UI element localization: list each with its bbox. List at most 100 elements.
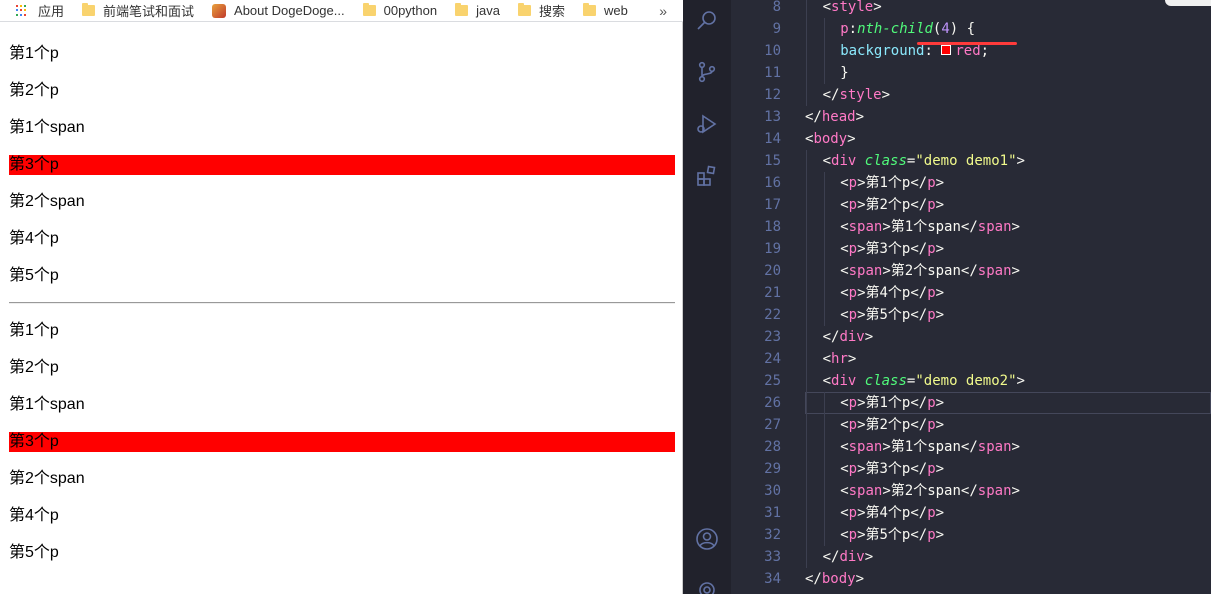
code-token: span bbox=[848, 263, 883, 279]
code-token: span bbox=[977, 483, 1012, 499]
demo2-block: 第1个p 第2个p 第1个span 第3个p 第2个span 第4个p 第5个p bbox=[9, 312, 675, 571]
code-line: 8 <style> bbox=[731, 0, 1211, 18]
indent-guide bbox=[806, 502, 807, 524]
indent-guide bbox=[823, 436, 825, 458]
code-token: p bbox=[927, 175, 936, 191]
bookmark-dogedoge[interactable]: About DogeDoge... bbox=[212, 0, 345, 21]
code-line: 21 <p>第4个p</p> bbox=[731, 282, 1211, 304]
demo1-block: 第1个p 第2个p 第1个span 第3个p 第2个span 第4个p 第5个p bbox=[9, 35, 675, 294]
bookmark-java[interactable]: java bbox=[455, 0, 500, 21]
code-line: 28 <span>第1个span</span> bbox=[731, 436, 1211, 458]
folder-icon bbox=[517, 3, 531, 16]
line-number: 34 bbox=[764, 571, 781, 587]
code-token: p bbox=[927, 461, 936, 477]
line-number: 20 bbox=[764, 263, 781, 279]
indent-guide bbox=[806, 216, 807, 238]
settings-gear-icon[interactable] bbox=[695, 578, 719, 594]
line-number: 26 bbox=[764, 395, 781, 411]
code-text: </div> bbox=[823, 326, 874, 348]
indent-guide bbox=[823, 18, 825, 40]
color-swatch-icon[interactable] bbox=[941, 45, 952, 55]
code-line: 29 <p>第3个p</p> bbox=[731, 458, 1211, 480]
paragraph: 第1个span bbox=[9, 109, 675, 146]
code-token: >第2个span</ bbox=[882, 483, 978, 499]
indent-guide bbox=[823, 480, 825, 502]
code-line: 31 <p>第4个p</p> bbox=[731, 502, 1211, 524]
code-text: </div> bbox=[823, 546, 874, 568]
paragraph: 第1个span bbox=[9, 386, 675, 423]
code-token: p bbox=[848, 285, 858, 301]
folder-icon bbox=[582, 3, 596, 16]
paragraph: 第2个span bbox=[9, 460, 675, 497]
line-number: 31 bbox=[764, 505, 781, 521]
code-token: > bbox=[847, 351, 857, 367]
bookmark-apps[interactable]: 应用 bbox=[16, 0, 65, 21]
code-token: < bbox=[840, 241, 849, 257]
code-token: p bbox=[927, 395, 936, 411]
code-text: <style> bbox=[823, 0, 882, 18]
bookmark-label: 应用 bbox=[38, 4, 65, 19]
line-number: 12 bbox=[764, 87, 781, 103]
code-text: } bbox=[840, 62, 848, 84]
code-token: span bbox=[977, 219, 1012, 235]
code-token: > bbox=[1011, 439, 1020, 455]
code-token: p bbox=[927, 285, 936, 301]
code-token: </ bbox=[822, 329, 840, 345]
code-text: <p>第5个p</p> bbox=[840, 524, 944, 546]
bookmark-label: About DogeDoge... bbox=[234, 3, 345, 18]
code-token: p bbox=[848, 417, 858, 433]
code-token: 4 bbox=[941, 21, 950, 37]
line-number: 32 bbox=[764, 527, 781, 543]
code-text: <p>第2个p</p> bbox=[840, 194, 944, 216]
code-token: >第1个p</ bbox=[857, 175, 928, 191]
code-text: <p>第3个p</p> bbox=[840, 238, 944, 260]
code-token: p bbox=[840, 21, 849, 37]
bookmark-label: java bbox=[476, 3, 500, 18]
code-token: < bbox=[840, 197, 849, 213]
bookmark-frontend-interview[interactable]: 前端笔试和面试 bbox=[82, 0, 194, 21]
paragraph-text: 第2个span bbox=[9, 192, 85, 210]
indent-guide bbox=[806, 370, 807, 392]
indent-guide bbox=[806, 260, 807, 282]
indent-guide bbox=[806, 458, 807, 480]
code-token: > bbox=[935, 241, 945, 257]
folder-icon bbox=[362, 3, 376, 16]
source-control-icon[interactable] bbox=[695, 60, 719, 84]
code-token: > bbox=[1016, 153, 1025, 169]
bookmark-search[interactable]: 搜索 bbox=[517, 0, 565, 21]
code-editor-window: 8 <style> 9 p:nth-child(4) {10 background: r… bbox=[683, 0, 1211, 594]
code-token: : bbox=[848, 21, 858, 37]
code-token: p bbox=[848, 505, 858, 521]
extensions-icon[interactable] bbox=[695, 164, 719, 188]
editor-text-area[interactable]: 8 <style> 9 p:nth-child(4) {10 background: r… bbox=[731, 0, 1211, 594]
code-text: <span>第2个span</span> bbox=[840, 480, 1020, 502]
paragraph: 第5个p bbox=[9, 534, 675, 571]
line-number: 9 bbox=[772, 21, 781, 37]
code-token: p bbox=[848, 461, 858, 477]
indent-guide bbox=[806, 40, 807, 62]
code-line: 30 <span>第2个span</span> bbox=[731, 480, 1211, 502]
code-text: <body> bbox=[805, 128, 856, 150]
bookmark-web[interactable]: web bbox=[582, 0, 628, 21]
code-line: 13 </head> bbox=[731, 106, 1211, 128]
code-token: < bbox=[822, 0, 832, 15]
bookmark-00python[interactable]: 00python bbox=[362, 0, 437, 21]
search-icon[interactable] bbox=[695, 8, 719, 32]
indent-guide bbox=[823, 414, 825, 436]
code-token: < bbox=[840, 439, 849, 455]
code-token: > bbox=[864, 549, 874, 565]
code-text: <p>第1个p</p> bbox=[840, 172, 944, 194]
code-line: 26 <p>第1个p</p> bbox=[731, 392, 1211, 414]
code-token: body bbox=[821, 571, 856, 587]
indent-guide bbox=[806, 150, 807, 172]
run-debug-icon[interactable] bbox=[695, 112, 719, 136]
account-icon[interactable] bbox=[695, 527, 719, 551]
indent-guide bbox=[806, 436, 807, 458]
code-text: </style> bbox=[823, 84, 890, 106]
code-token: > bbox=[935, 285, 945, 301]
code-line: 20 <span>第2个span</span> bbox=[731, 260, 1211, 282]
bookmarks-overflow-button[interactable]: » bbox=[659, 3, 667, 19]
indent-guide bbox=[806, 238, 807, 260]
code-token: body bbox=[813, 131, 848, 147]
